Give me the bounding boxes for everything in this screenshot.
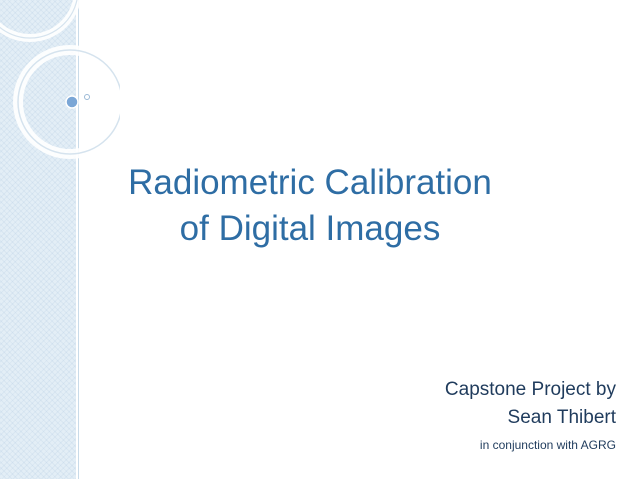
dot-ornament-icon (65, 95, 79, 109)
circle-ornament-icon (0, 0, 120, 159)
title-line-2: of Digital Images (179, 209, 441, 248)
title-line-1: Radiometric Calibration (128, 163, 492, 202)
slide: Radiometric Calibration of Digital Image… (0, 0, 638, 479)
slide-subtitle: Capstone Project by Sean Thibert in conj… (445, 376, 616, 456)
subtitle-line-2: Sean Thibert (507, 407, 616, 428)
subtitle-line-3: in conjunction with AGRG (479, 438, 616, 452)
subtitle-line-1: Capstone Project by (444, 379, 616, 400)
slide-title: Radiometric Calibration of Digital Image… (110, 160, 510, 252)
